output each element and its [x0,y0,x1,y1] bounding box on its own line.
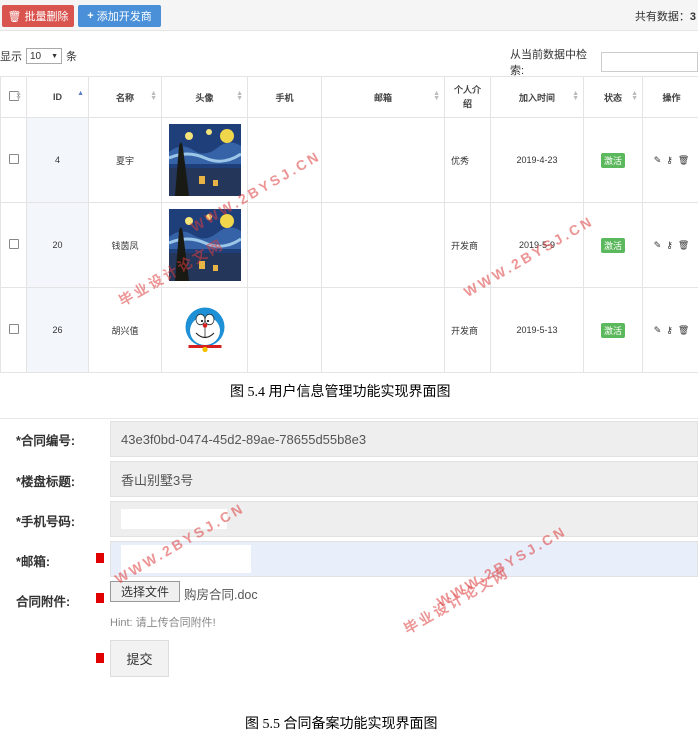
doraemon-image [185,307,224,353]
header-name[interactable]: 名称 ▲ ▼ [88,76,162,118]
submit-button[interactable]: 提交 [110,640,169,677]
sort-icon: ▲ ▼ [631,90,638,102]
sort-icon: ▲ ▼ [572,90,579,102]
property-title-label: *楼盘标题: [16,475,76,489]
header-id[interactable]: ID ▲ [26,76,89,118]
email-label: *邮箱: [16,555,51,569]
status-badge: 激活 [600,152,625,168]
email-field[interactable] [110,541,698,577]
status-badge: 激活 [600,322,625,338]
sort-asc-icon: ▲ [77,90,84,97]
edit-icon[interactable]: ✎ [654,325,662,336]
add-developer-label: 添加开发商 [96,11,152,23]
cell-id: 4 [26,117,89,203]
batch-delete-button[interactable]: 🗑 批量删除 [2,5,74,27]
total-count: 共有数据：3 [634,11,696,23]
select-all-header: ▲ ▼ [0,76,27,118]
upload-hint: Hint: 请上传合同附件! [110,617,216,629]
figure-caption: 图 5.5 合同备案功能实现界面图 [245,717,438,732]
contract-no-label: *合同编号: [16,434,76,448]
key-icon[interactable]: ⚷ [666,240,673,251]
cell-id: 26 [26,287,89,373]
trash-icon: 🗑 [7,10,22,23]
cell-email [321,202,445,288]
divider [0,418,698,419]
delete-icon[interactable]: 🗑 [678,240,689,251]
table-row: 20 钱茵凤 开发商 2019-5-9 激活 ✎ ⚷ 🗑 [0,202,698,288]
cell-email [321,287,445,373]
pin-marker-icon [96,553,104,563]
row-checkbox[interactable] [8,154,19,164]
starry-night-image [168,124,241,196]
header-email[interactable]: 邮箱 ▲ ▼ [321,76,445,118]
cell-intro: 开发商 [444,287,491,373]
cell-joined: 2019-4-23 [490,117,584,203]
row-checkbox[interactable] [8,239,19,249]
cell-avatar [161,117,248,203]
cell-avatar [161,287,248,373]
header-joined[interactable]: 加入时间 ▲ ▼ [490,76,584,118]
cell-intro: 优秀 [444,117,491,203]
figure-caption: 图 5.4 用户信息管理功能实现界面图 [230,385,451,400]
row-checkbox[interactable] [8,324,19,334]
edit-icon[interactable]: ✎ [654,155,662,166]
caret-down-icon: ▼ [51,52,58,60]
contract-no-field[interactable]: 43e3f0bd-0474-45d2-89ae-78655d55b8e3 [110,421,698,457]
cell-phone [247,202,322,288]
length-menu: 显示 10 ▼ 条 [0,48,77,64]
table-search: 从当前数据中检索: [510,46,698,78]
sort-icon: ▲ ▼ [236,90,243,102]
batch-delete-label: 批量删除 [24,11,69,23]
header-avatar[interactable]: 头像 ▲ ▼ [161,76,248,118]
table-row: 4 夏宇 优秀 2019-4-23 激活 ✎ ⚷ 🗑 [0,117,698,203]
attachment-label: 合同附件: [16,595,71,609]
sort-icon: ▲ ▼ [433,90,440,102]
plus-icon: + [87,10,94,22]
file-name: 购房合同.doc [184,588,258,602]
delete-icon[interactable]: 🗑 [678,155,689,166]
sort-icon: ▲ ▼ [15,90,22,102]
page-length-select[interactable]: 10 ▼ [26,48,62,64]
header-actions: 操作 [642,76,698,118]
header-status[interactable]: 状态 ▲ ▼ [583,76,643,118]
cell-name: 夏宇 [88,117,162,203]
table-row: 26 胡兴值 开发商 2019-5-13 激活 ✎ ⚷ 🗑 [0,287,698,373]
cell-joined: 2019-5-13 [490,287,584,373]
header-intro[interactable]: 个人介绍 [444,76,491,118]
pin-marker-icon [96,653,104,663]
key-icon[interactable]: ⚷ [666,155,673,166]
cell-id: 20 [26,202,89,288]
header-phone[interactable]: 手机 [247,76,322,118]
pin-marker-icon [96,593,104,603]
key-icon[interactable]: ⚷ [666,325,673,336]
cell-phone [247,287,322,373]
cell-email [321,117,445,203]
delete-icon[interactable]: 🗑 [678,325,689,336]
phone-label: *手机号码: [16,515,76,529]
status-badge: 激活 [600,237,625,253]
property-title-field[interactable]: 香山别墅3号 [110,461,698,497]
search-input[interactable] [600,52,698,72]
edit-icon[interactable]: ✎ [654,240,662,251]
add-developer-button[interactable]: + 添加开发商 [78,5,161,27]
sort-icon: ▲ ▼ [150,90,157,102]
table-header-row: ▲ ▼ ID ▲ 名称 ▲ ▼ 头像 ▲ ▼ 手机 邮箱 ▲ ▼ 个人介绍 加入时间 ▲ ▼ 状态 ▲… [0,76,698,118]
